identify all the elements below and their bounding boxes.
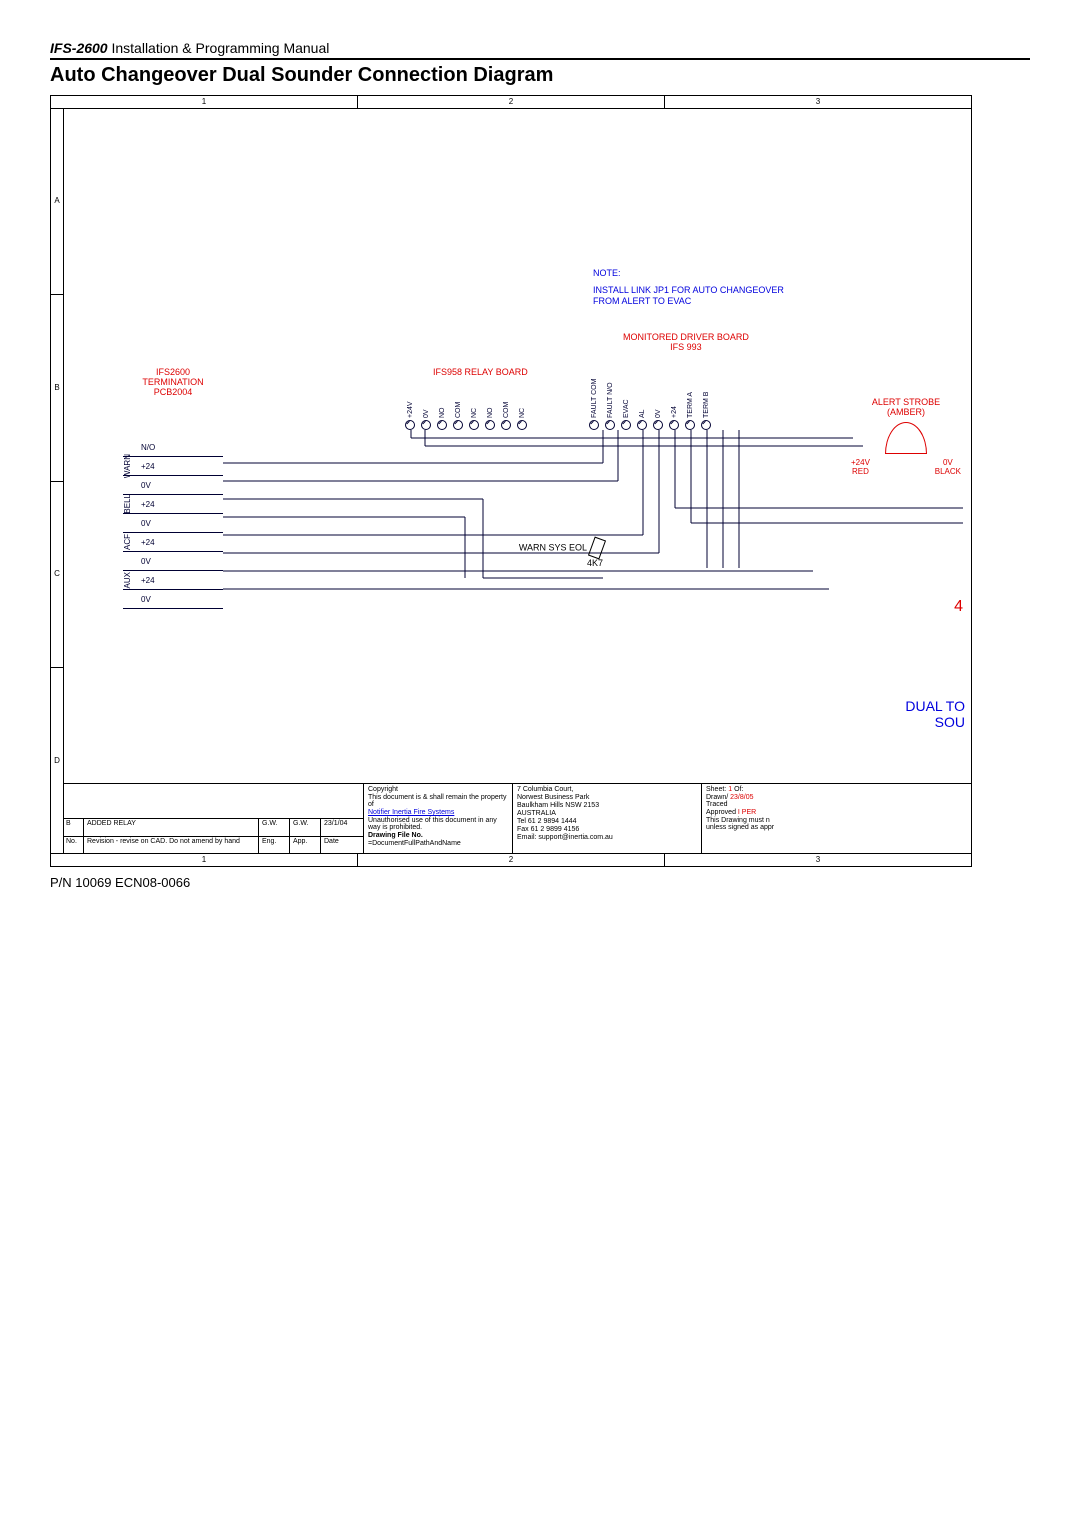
- model-name: IFS-2600: [50, 40, 108, 56]
- term-row: 0V: [123, 552, 223, 571]
- pin: EVAC: [621, 378, 631, 430]
- pin: COM: [453, 378, 463, 430]
- note-heading: NOTE:: [593, 268, 793, 279]
- terminal-icon: [421, 420, 431, 430]
- terminal-icon: [517, 420, 527, 430]
- terminal-icon: [653, 420, 663, 430]
- pin: AL: [637, 378, 647, 430]
- term-row: BELL+24: [123, 495, 223, 514]
- terminal-icon: [437, 420, 447, 430]
- ruler-row: C: [51, 482, 63, 669]
- pin: NO: [437, 378, 447, 430]
- pin: COM: [501, 378, 511, 430]
- ruler-col: 1: [51, 96, 358, 108]
- term-row: WARN+24: [123, 457, 223, 476]
- section-title: Auto Changeover Dual Sounder Connection …: [50, 64, 1030, 87]
- pin: FAULT COM: [589, 378, 599, 430]
- pin: 0V: [421, 378, 431, 430]
- header-rest: Installation & Programming Manual: [108, 40, 330, 56]
- term-row: AUX+24: [123, 571, 223, 590]
- copyright-block: Copyright This document is & shall remai…: [364, 784, 513, 854]
- term-row: 0V: [123, 590, 223, 609]
- note-line: INSTALL LINK JP1 FOR AUTO CHANGEOVER FRO…: [593, 285, 793, 307]
- alert-strobe: ALERT STROBE (AMBER) +24V RED 0V BLACK: [851, 398, 961, 476]
- terminal-icon: [453, 420, 463, 430]
- revision-table: B ADDED RELAY G.W. G.W. 23/1/04 No. Revi…: [63, 784, 364, 854]
- note-block: NOTE: INSTALL LINK JP1 FOR AUTO CHANGEOV…: [593, 268, 793, 306]
- pin: NC: [517, 378, 527, 430]
- pin: TERM B: [701, 378, 711, 430]
- strobe-neg: 0V BLACK: [935, 458, 961, 476]
- drawing-frame: 1 2 3 A B C D: [50, 95, 972, 867]
- terminal-icon: [621, 420, 631, 430]
- terminal-icon: [685, 420, 695, 430]
- ruler-col: 1: [51, 854, 358, 866]
- terminal-icon: [589, 420, 599, 430]
- pin: +24V: [405, 378, 415, 430]
- terminal-icon: [501, 420, 511, 430]
- term-row: N/O: [123, 438, 223, 457]
- terminal-icon: [669, 420, 679, 430]
- terminal-icon: [405, 420, 415, 430]
- driver-board-label: MONITORED DRIVER BOARD IFS 993: [623, 333, 749, 353]
- resistor-icon: [588, 537, 606, 560]
- address-block: 7 Columbia Court, Norwest Business Park …: [513, 784, 702, 854]
- pin: +24: [669, 378, 679, 430]
- bottom-ruler: 1 2 3: [51, 853, 971, 866]
- pin: FAULT N/O: [605, 378, 615, 430]
- pin: NO: [485, 378, 495, 430]
- title-block: B ADDED RELAY G.W. G.W. 23/1/04 No. Revi…: [63, 783, 971, 854]
- terminal-icon: [605, 420, 615, 430]
- ruler-col: 3: [665, 96, 971, 108]
- term-row: 0V: [123, 514, 223, 533]
- ruler-col: 2: [358, 96, 665, 108]
- term-row: 0V: [123, 476, 223, 495]
- page-header: IFS-2600 Installation & Programming Manu…: [50, 40, 1030, 60]
- relay-board-label: IFS958 RELAY BOARD: [433, 368, 528, 378]
- pin: NC: [469, 378, 479, 430]
- ruler-row: A: [51, 108, 63, 295]
- terminal-icon: [469, 420, 479, 430]
- termination-block: N/O WARN+24 0V BELL+24 0V ACF+24 0V AUX+…: [123, 438, 223, 609]
- terminal-icon: [485, 420, 495, 430]
- driver-pin-strip: FAULT COM FAULT N/O EVAC AL 0V +24 TERM …: [589, 378, 711, 430]
- termination-header: IFS2600 TERMINATION PCB2004: [123, 368, 223, 398]
- dual-tone-label: DUAL TO SOU: [905, 698, 965, 730]
- term-row: ACF+24: [123, 533, 223, 552]
- ruler-row: D: [51, 668, 63, 854]
- meta-block: Sheet: 1 Of: Drawn/ 23/8/05 Traced Appro…: [702, 784, 971, 854]
- ruler-col: 3: [665, 854, 971, 866]
- pin: 0V: [653, 378, 663, 430]
- diagram-content: NOTE: INSTALL LINK JP1 FOR AUTO CHANGEOV…: [63, 108, 971, 854]
- footer-partno: P/N 10069 ECN08-0066: [50, 875, 1030, 890]
- ruler-col: 2: [358, 854, 665, 866]
- eol-label: WARN SYS EOL 4K7: [483, 538, 603, 568]
- strobe-pos: +24V RED: [851, 458, 870, 476]
- terminal-icon: [637, 420, 647, 430]
- ruler-row: B: [51, 295, 63, 482]
- terminal-icon: [701, 420, 711, 430]
- relay-pin-strip: +24V 0V NO COM NC NO COM NC: [405, 378, 527, 430]
- page-ref-4: 4: [954, 598, 963, 616]
- strobe-icon: [885, 422, 927, 454]
- pin: TERM A: [685, 378, 695, 430]
